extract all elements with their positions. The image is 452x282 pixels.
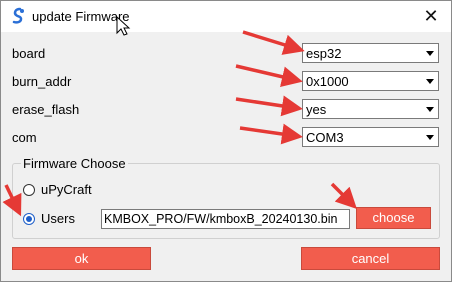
- window-title: update Firmware: [32, 9, 130, 24]
- users-label: Users: [41, 211, 75, 226]
- cancel-button[interactable]: cancel: [301, 247, 440, 270]
- board-select[interactable]: esp32: [302, 43, 439, 63]
- ok-button[interactable]: ok: [12, 247, 151, 270]
- chevron-down-icon: [426, 79, 434, 84]
- choose-button[interactable]: choose: [356, 207, 431, 229]
- erase-flash-label: erase_flash: [12, 102, 80, 117]
- burn-addr-label: burn_addr: [12, 74, 72, 89]
- title-bar: update Firmware ✕: [1, 1, 451, 32]
- close-icon[interactable]: ✕: [419, 5, 443, 27]
- com-port-select[interactable]: COM3: [302, 127, 439, 147]
- erase-flash-value: yes: [306, 102, 327, 117]
- erase-flash-select[interactable]: yes: [302, 99, 439, 119]
- chevron-down-icon: [426, 135, 434, 140]
- update-firmware-dialog: update Firmware ✕ board esp32 burn_addr …: [0, 0, 452, 282]
- com-label: com: [12, 130, 37, 145]
- chevron-down-icon: [426, 107, 434, 112]
- board-label: board: [12, 46, 46, 61]
- users-radio[interactable]: [23, 213, 35, 225]
- burn-addr-value: 0x1000: [306, 74, 349, 89]
- burn-addr-select[interactable]: 0x1000: [302, 71, 439, 91]
- firmware-path-value: KMBOX_PRO/FW/kmboxB_20240130.bin: [104, 212, 338, 226]
- board-value: esp32: [306, 46, 342, 61]
- com-port-value: COM3: [306, 130, 344, 145]
- app-logo-icon: [12, 7, 24, 24]
- firmware-group-title: Firmware Choose: [21, 156, 128, 171]
- firmware-path-input[interactable]: KMBOX_PRO/FW/kmboxB_20240130.bin: [101, 209, 350, 229]
- chevron-down-icon: [426, 51, 434, 56]
- upycraft-radio[interactable]: [23, 184, 35, 196]
- upycraft-label: uPyCraft: [41, 182, 92, 197]
